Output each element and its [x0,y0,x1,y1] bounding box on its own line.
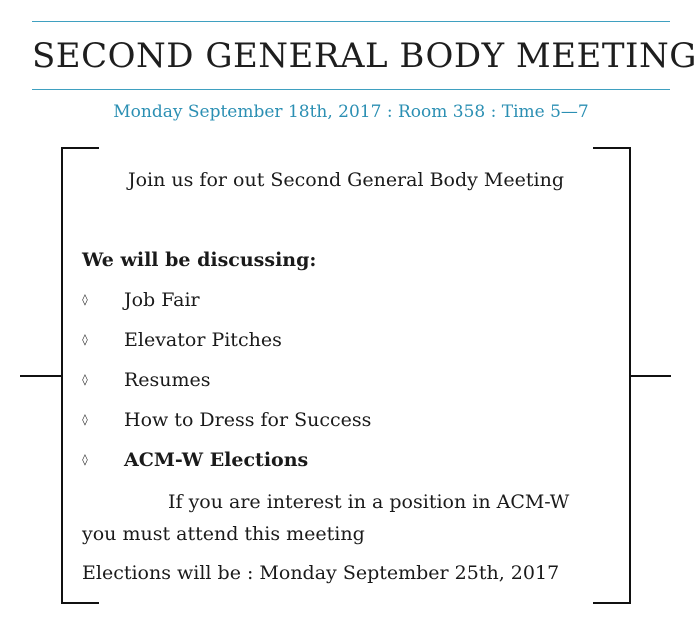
header-top-rule [32,21,670,22]
frame-right-top [593,147,631,149]
diamond-bullet-icon: ◊ [82,293,88,306]
frame-left-bottom [61,602,99,604]
attendance-note-line2: you must attend this meeting [82,523,365,545]
agenda-item-label: Elevator Pitches [124,329,282,351]
discussing-heading: We will be discussing: [82,249,317,271]
frame-right-tick [631,375,671,377]
header-bottom-rule [32,89,670,90]
attendance-note: If you are interest in a position in ACM… [82,486,602,550]
frame-left-side [61,147,63,604]
elections-date: Elections will be : Monday September 25t… [82,562,560,584]
meeting-details: Monday September 18th, 2017 : Room 358 :… [113,102,589,122]
intro-text: Join us for out Second General Body Meet… [128,169,564,191]
agenda-item-label: ACM-W Elections [124,449,309,471]
attendance-note-line1: If you are interest in a position in ACM… [168,491,570,513]
page-title: SECOND GENERAL BODY MEETING [32,36,697,76]
agenda-item-label: How to Dress for Success [124,409,372,431]
frame-right-bottom [593,602,631,604]
diamond-bullet-icon: ◊ [82,333,88,346]
diamond-bullet-icon: ◊ [82,453,88,466]
frame-left-tick [20,375,61,377]
agenda-item-label: Resumes [124,369,211,391]
agenda-item-label: Job Fair [124,289,200,311]
diamond-bullet-icon: ◊ [82,413,88,426]
diamond-bullet-icon: ◊ [82,373,88,386]
frame-left-top [61,147,99,149]
